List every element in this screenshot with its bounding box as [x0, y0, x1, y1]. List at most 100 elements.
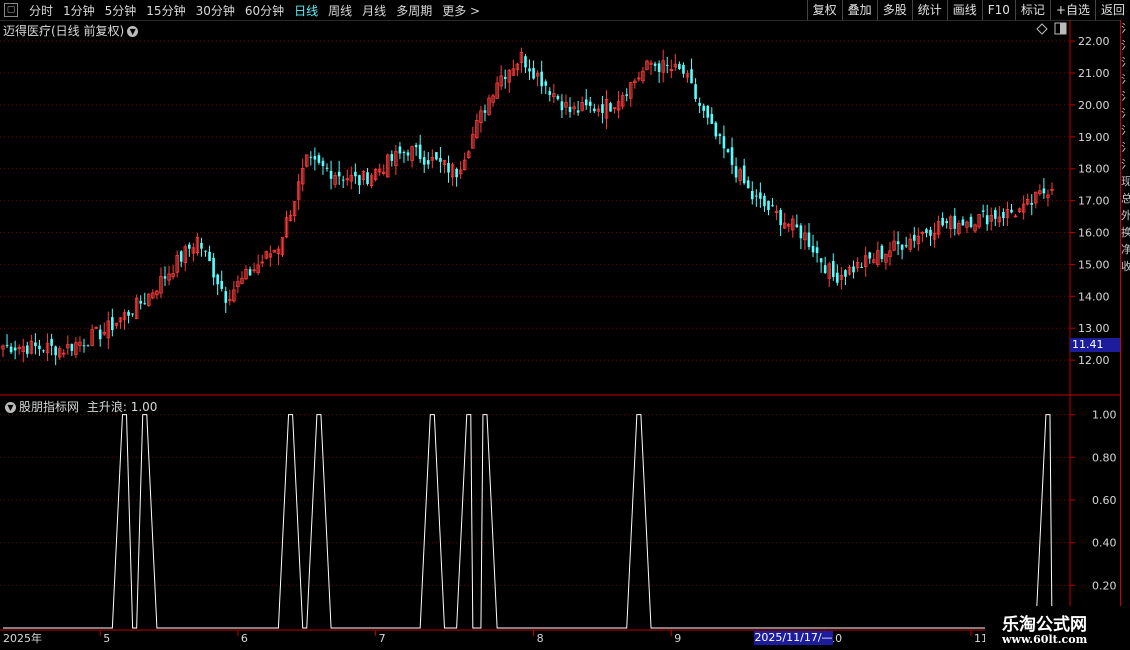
candle-body [131, 313, 134, 315]
candle-body [710, 113, 714, 124]
info-strip-label: 氵 [1121, 122, 1130, 139]
x-tick-label: 2025年 [3, 631, 42, 645]
candle-body [354, 171, 357, 177]
chevron-down-icon[interactable]: ▼ [127, 26, 139, 37]
info-strip-label: 外 [1121, 207, 1130, 224]
candle-body [900, 244, 904, 250]
candle-body [82, 345, 86, 347]
candle-body [896, 241, 900, 245]
candle-body [852, 266, 855, 273]
candle-body [418, 144, 422, 159]
candle-body [880, 245, 884, 259]
y-tick-label: 14.00 [1078, 290, 1110, 303]
panel-control-icons [1036, 22, 1067, 35]
candle-body [390, 154, 394, 161]
y-tick-label: 0.60 [1092, 494, 1117, 507]
chart-area[interactable]: 12.00 13.00 14.00 15.00 16.00 17.00 18.00 19.00… [0, 0, 1130, 650]
candle-body [325, 167, 329, 169]
candle-body [625, 94, 629, 96]
candle-body [771, 205, 774, 207]
main-grid [0, 40, 1070, 361]
candle-body [1002, 212, 1005, 219]
candle-body [904, 245, 908, 247]
candle-body [593, 108, 596, 112]
candle-body [722, 136, 726, 149]
candle-body [163, 276, 167, 279]
candle-body [13, 347, 17, 351]
y-tick-label: 21.00 [1078, 67, 1110, 80]
candle-body [981, 210, 985, 212]
candle-body [1030, 202, 1034, 205]
chevron-down-icon[interactable]: ▼ [5, 402, 16, 413]
candle-body [763, 195, 766, 207]
candle-body [402, 152, 406, 154]
candlestick-series [1, 47, 1054, 366]
x-tick-label: 8 [537, 632, 544, 645]
candle-body [726, 149, 730, 152]
y-tick-label: 13.00 [1078, 322, 1110, 335]
candle-body [815, 247, 819, 254]
candle-body [435, 152, 438, 160]
candle-body [200, 242, 203, 249]
indicator-grid [0, 414, 1070, 586]
candle-body [439, 157, 442, 162]
candle-body [220, 280, 224, 289]
candle-body [945, 220, 948, 224]
y-tick-label: 20.00 [1078, 99, 1110, 112]
diamond-icon[interactable] [1036, 23, 1048, 35]
candle-body [179, 251, 183, 262]
watermark-url: www.60lt.com [1002, 633, 1088, 646]
info-strip-label: 氵 [1121, 37, 1130, 54]
watermark-title: 乐淘公式网 [1002, 615, 1087, 635]
x-tick-label: 5 [103, 632, 110, 645]
candle-body [993, 210, 997, 219]
candle-body [483, 110, 487, 113]
indicator-series-label: 主升浪: 1.00 [86, 400, 158, 414]
candle-body [208, 251, 211, 262]
candle-body [329, 170, 333, 179]
candle-body [9, 346, 13, 353]
candle-body [540, 71, 543, 87]
candle-body [532, 68, 535, 79]
candle-body [811, 245, 815, 253]
info-strip-label: 现 [1121, 173, 1130, 190]
candle-body [5, 344, 9, 346]
candle-body [734, 166, 738, 178]
candle-body [224, 291, 228, 303]
candle-body [823, 265, 827, 273]
cursor-date-tag: 2025/11/17/— [754, 631, 833, 645]
candle-body [98, 329, 102, 340]
candle-body [941, 217, 944, 226]
candle-body [799, 225, 803, 239]
candle-body [426, 160, 430, 165]
candle-body [860, 267, 863, 269]
candle-body [248, 269, 252, 276]
candle-body [807, 232, 811, 247]
candle-body [544, 81, 548, 86]
candle-body [742, 165, 746, 184]
candle-body [819, 258, 823, 263]
candle-body [54, 346, 57, 356]
candle-body [844, 270, 847, 277]
candle-body [313, 156, 317, 160]
info-strip-label: 氵 [1121, 20, 1130, 37]
y-tick-label: 0.80 [1092, 451, 1117, 464]
main-y-axis: 12.00 13.00 14.00 15.00 16.00 17.00 18.00 19.00… [1070, 35, 1110, 367]
candle-body [455, 168, 458, 178]
candle-body [714, 122, 718, 137]
candle-body [204, 250, 207, 252]
candle-body [584, 99, 588, 106]
x-axis: 2025年5678910111 [3, 630, 988, 645]
indicator-name: 股朋指标网 [19, 400, 80, 414]
y-tick-label: 12.00 [1078, 354, 1110, 367]
candle-body [422, 157, 426, 165]
y-tick-label: 17.00 [1078, 195, 1110, 208]
candle-body [868, 252, 872, 259]
candle-body [665, 64, 669, 66]
candle-body [70, 343, 74, 351]
candle-body [929, 229, 932, 236]
candle-body [831, 261, 835, 277]
info-strip-label: 总 [1121, 190, 1130, 207]
candle-body [795, 224, 799, 228]
candle-body [111, 317, 114, 330]
